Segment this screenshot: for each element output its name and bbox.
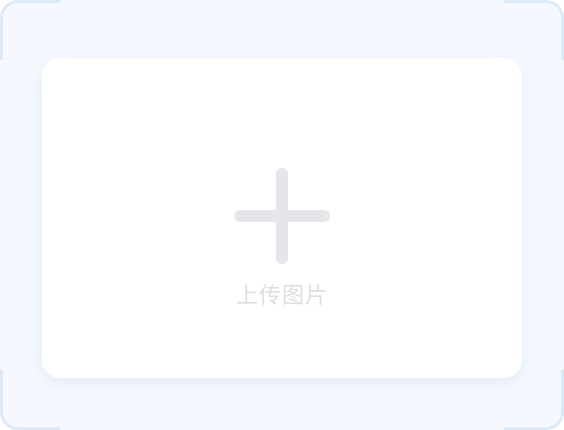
- corner-bracket-top-left: [0, 0, 60, 60]
- upload-label: 上传图片: [235, 284, 328, 309]
- corner-bracket-bottom-right: [504, 370, 564, 430]
- plus-icon: [234, 168, 330, 264]
- plus-icon-vertical-bar: [276, 168, 288, 264]
- upload-frame: 上传图片: [0, 0, 564, 430]
- corner-bracket-top-right: [504, 0, 564, 60]
- corner-bracket-bottom-left: [0, 370, 60, 430]
- upload-image-button[interactable]: 上传图片: [42, 58, 522, 378]
